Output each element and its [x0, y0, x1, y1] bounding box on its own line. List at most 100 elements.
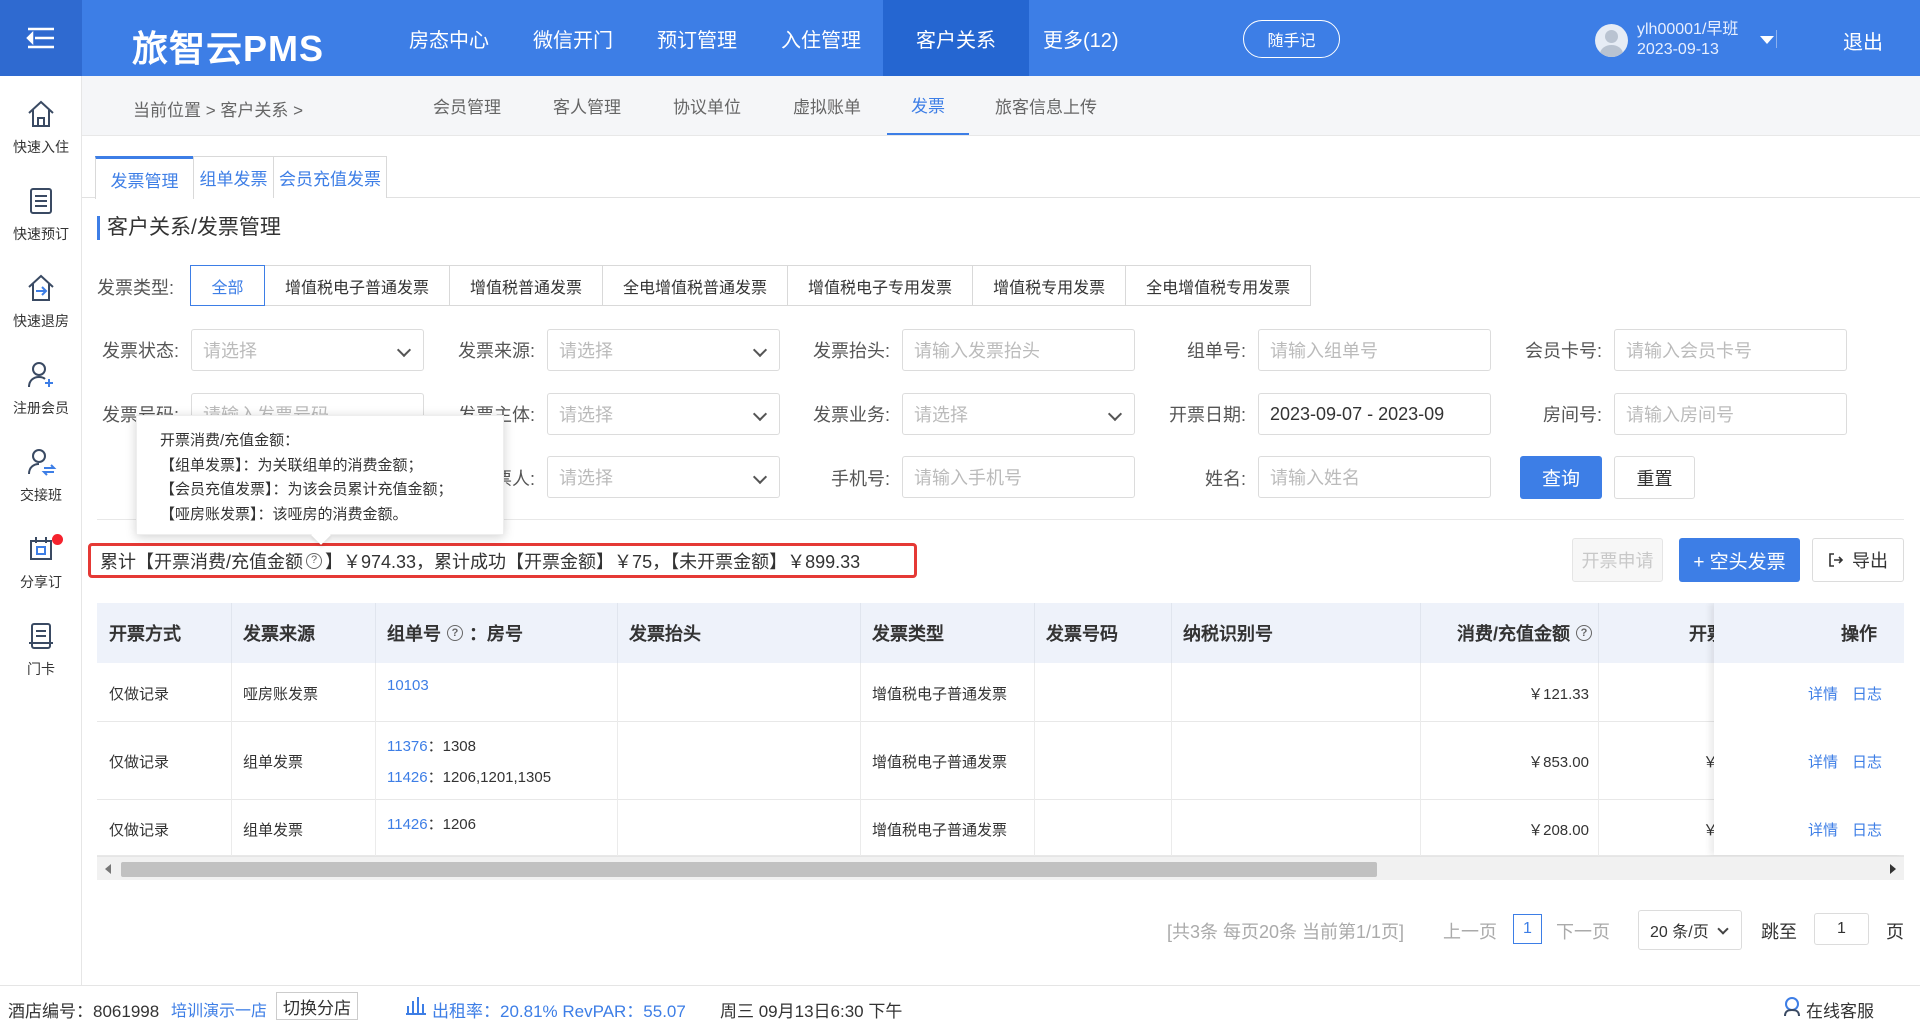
- current-page[interactable]: 1: [1513, 914, 1542, 944]
- details-link[interactable]: 详情: [1808, 686, 1838, 703]
- invoice-type-vat-e-special[interactable]: 增值税电子专用发票: [787, 265, 974, 306]
- order-link[interactable]: 10103: [387, 677, 429, 694]
- summary-prefix: 累计【开票消费/充值金额: [100, 551, 303, 572]
- scroll-thumb[interactable]: [121, 862, 1377, 877]
- invoice-type-vat-normal[interactable]: 增值税普通发票: [449, 265, 604, 306]
- nav-checkin[interactable]: 入住管理: [759, 0, 883, 76]
- tab-group-invoice[interactable]: 组单发票: [193, 156, 274, 198]
- operator-select[interactable]: 请选择: [547, 456, 780, 498]
- horizontal-scrollbar[interactable]: [97, 856, 1904, 880]
- sidebar-item-quick-checkin[interactable]: 快速入住: [0, 98, 82, 178]
- order-link[interactable]: 11376: [387, 738, 428, 755]
- invoice-type-all[interactable]: 全部: [190, 265, 265, 306]
- details-link[interactable]: 详情: [1808, 754, 1838, 771]
- chevron-down-icon: [1717, 923, 1729, 935]
- log-link[interactable]: 日志: [1852, 754, 1882, 771]
- th-method: 开票方式: [109, 624, 181, 644]
- details-link[interactable]: 详情: [1808, 822, 1838, 839]
- prev-page-button[interactable]: 上一页: [1443, 918, 1497, 944]
- nav-room-status[interactable]: 房态中心: [387, 0, 511, 76]
- subnav-guest-management[interactable]: 客人管理: [527, 76, 647, 135]
- date-range-input[interactable]: 2023-09-07 - 2023-09: [1258, 393, 1491, 435]
- query-button[interactable]: 查询: [1520, 456, 1602, 499]
- bar-chart-icon: [406, 997, 426, 1015]
- source-select[interactable]: 请选择: [547, 329, 780, 371]
- caret-down-icon[interactable]: [1760, 36, 1775, 44]
- status-label: 发票状态:: [101, 341, 179, 361]
- room-number-input[interactable]: 请输入房间号: [1614, 393, 1847, 435]
- invoice-type-full-e-special[interactable]: 全电增值税专用发票: [1125, 265, 1312, 306]
- invoice-type-full-e-normal[interactable]: 全电增值税普通发票: [602, 265, 789, 306]
- logout-button[interactable]: 退出: [1843, 26, 1883, 55]
- order-label: 组单号:: [1186, 341, 1246, 361]
- next-page-button[interactable]: 下一页: [1556, 918, 1610, 944]
- page-size-select[interactable]: 20 条/页: [1638, 910, 1742, 950]
- status-select[interactable]: 请选择: [191, 329, 424, 371]
- chevron-down-icon: [752, 469, 768, 485]
- business-select[interactable]: 请选择: [902, 393, 1135, 435]
- invoice-header-input[interactable]: 请输入发票抬头: [902, 329, 1135, 371]
- invoice-type-vat-special[interactable]: 增值税专用发票: [972, 265, 1127, 306]
- nav-customer-relations[interactable]: 客户关系: [883, 0, 1029, 76]
- subnav-guest-info-upload[interactable]: 旅客信息上传: [969, 76, 1123, 135]
- hotel-name[interactable]: 培训演示一店: [171, 997, 267, 1021]
- memo-button[interactable]: 随手记: [1243, 20, 1340, 58]
- blank-invoice-button[interactable]: + 空头发票: [1679, 538, 1800, 582]
- name-input[interactable]: 请输入姓名: [1258, 456, 1491, 498]
- chevron-down-icon: [752, 406, 768, 422]
- sidebar: 快速入住 快速预订 快速退房 注册会员 交接班 分享订 门卡: [0, 76, 82, 985]
- export-button[interactable]: 导出: [1812, 538, 1904, 582]
- log-link[interactable]: 日志: [1852, 822, 1882, 839]
- headset-icon: [1784, 997, 1800, 1017]
- subnav-member-management[interactable]: 会员管理: [407, 76, 527, 135]
- invoice-apply-button[interactable]: 开票申请: [1572, 538, 1663, 582]
- sidebar-item-door-card[interactable]: 门卡: [0, 620, 82, 700]
- subnav-virtual-bills[interactable]: 虚拟账单: [767, 76, 887, 135]
- nav-more[interactable]: 更多(12): [1029, 0, 1133, 76]
- sidebar-item-shift-handover[interactable]: 交接班: [0, 446, 82, 526]
- order-link[interactable]: 11426: [387, 769, 428, 786]
- log-link[interactable]: 日志: [1852, 686, 1882, 703]
- cell-amount: ￥121.33: [1528, 686, 1589, 703]
- nav-wechat-door[interactable]: 微信开门: [511, 0, 635, 76]
- scroll-left-icon[interactable]: [105, 864, 111, 874]
- sidebar-item-label: 分享订: [20, 574, 62, 590]
- subject-select[interactable]: 请选择: [547, 393, 780, 435]
- jump-page-input[interactable]: 1: [1814, 913, 1869, 945]
- nav-booking[interactable]: 预订管理: [635, 0, 759, 76]
- order-number-input[interactable]: 请输入组单号: [1258, 329, 1491, 371]
- sub-nav: 会员管理 客人管理 协议单位 虚拟账单 发票 旅客信息上传: [407, 76, 1123, 135]
- tab-member-recharge-invoice[interactable]: 会员充值发票: [273, 156, 387, 198]
- subnav-invoice[interactable]: 发票: [887, 76, 969, 135]
- table-row: 仅做记录 哑房账发票 10103 增值税电子普通发票 ￥121.33: [97, 663, 1904, 722]
- sidebar-item-register-member[interactable]: 注册会员: [0, 359, 82, 439]
- member-card-input[interactable]: 请输入会员卡号: [1614, 329, 1847, 371]
- th-order-room: 组单号 ? ：房号: [375, 603, 523, 663]
- scroll-right-icon[interactable]: [1890, 864, 1896, 874]
- tab-invoice-management[interactable]: 发票管理: [95, 156, 194, 199]
- switch-branch-button[interactable]: 切换分店: [276, 992, 358, 1020]
- invoice-type-vat-e-normal[interactable]: 增值税电子普通发票: [264, 265, 451, 306]
- question-icon[interactable]: ?: [306, 552, 322, 569]
- brand-logo: 旅智云PMS: [132, 28, 325, 69]
- sidebar-item-quick-booking[interactable]: 快速预订: [0, 185, 82, 265]
- sidebar-item-share-order[interactable]: 分享订: [0, 533, 82, 613]
- export-label: 导出: [1852, 551, 1888, 571]
- invoice-type-group: 全部 增值税电子普通发票 增值税普通发票 全电增值税普通发票 增值税电子专用发票…: [190, 265, 1312, 306]
- subnav-agreement-units[interactable]: 协议单位: [647, 76, 767, 135]
- cell-source: 组单发票: [243, 822, 304, 839]
- cell-order: 11426：1206: [375, 813, 476, 834]
- question-icon[interactable]: ?: [447, 625, 463, 641]
- row-actions: 详情 日志: [1794, 683, 1882, 704]
- question-icon[interactable]: ?: [1576, 625, 1592, 641]
- tab-bar: 发票管理 组单发票 会员充值发票: [82, 136, 1920, 199]
- menu-toggle-button[interactable]: [0, 0, 82, 76]
- reset-button[interactable]: 重置: [1614, 456, 1695, 499]
- online-service-link[interactable]: 在线客服: [1806, 997, 1874, 1022]
- order-link[interactable]: 11426: [387, 816, 428, 833]
- pagination-info: [共3条 每页20条 当前第1/1页]: [1167, 922, 1405, 942]
- user-menu[interactable]: ylh00001/早班 2023-09-13: [1595, 18, 1775, 62]
- operation-column: 操作 详情 日志 详情 日志 详情 日志: [1714, 603, 1904, 855]
- sidebar-item-quick-checkout[interactable]: 快速退房: [0, 272, 82, 352]
- phone-input[interactable]: 请输入手机号: [902, 456, 1135, 498]
